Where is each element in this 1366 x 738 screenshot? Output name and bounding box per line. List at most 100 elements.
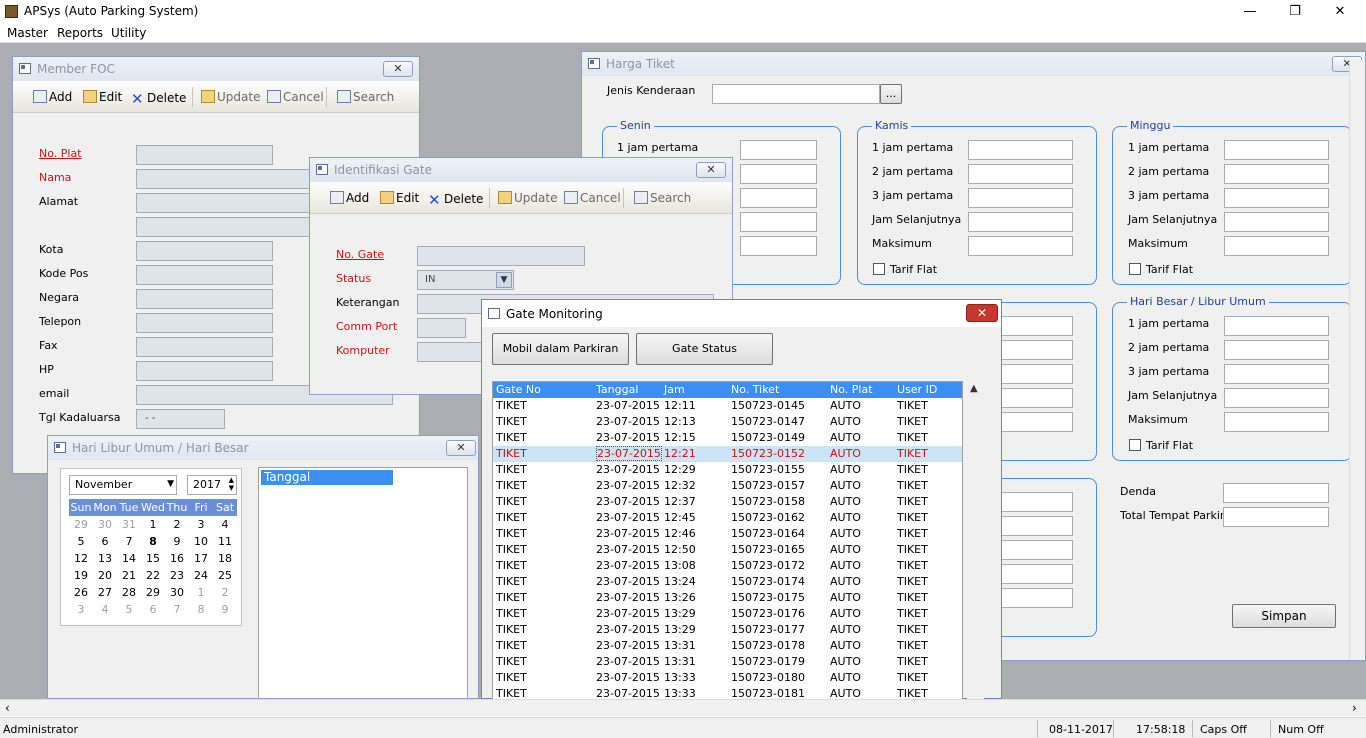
table-row[interactable]: TIKET 23-07-2015 13:08 150723-0172 AUTO TIKET (493, 558, 962, 574)
holiday-list[interactable]: Tanggal (258, 467, 468, 698)
gate-search-button[interactable]: Search (634, 191, 691, 205)
kamis-maksimum-input[interactable] (968, 236, 1073, 256)
col-gate-no[interactable]: Gate No (496, 383, 541, 396)
gate-add-button[interactable]: Add (330, 191, 369, 205)
no-plat-input[interactable] (136, 145, 273, 165)
minggu-3jam-input[interactable] (1224, 188, 1329, 208)
member-search-button[interactable]: Search (337, 90, 394, 104)
member-cancel-button[interactable]: Cancel (267, 90, 324, 104)
calendar-day[interactable]: 13 (93, 550, 117, 567)
kamis-1jam-input[interactable] (968, 140, 1073, 160)
calendar-day[interactable]: 31 (117, 516, 141, 533)
monitoring-grid[interactable]: Gate No Tanggal Jam No. Tiket No. Plat U… (492, 381, 963, 700)
gate-monitoring-close-button[interactable]: ✕ (966, 304, 998, 322)
menu-utility[interactable]: Utility (111, 26, 146, 40)
gate-delete-button[interactable]: ✕ Delete (428, 191, 483, 209)
col-no-plat[interactable]: No. Plat (830, 383, 873, 396)
scroll-right-icon[interactable]: › (1352, 701, 1357, 715)
minggu-selanjutnya-input[interactable] (1224, 212, 1329, 232)
minimize-button[interactable]: — (1228, 2, 1272, 22)
senin-1jam-input[interactable] (740, 140, 817, 160)
calendar-day[interactable]: 21 (117, 567, 141, 584)
col-user-id[interactable]: User ID (897, 383, 937, 396)
kamis-tarif-flat-checkbox[interactable] (873, 263, 885, 275)
table-row[interactable]: TIKET 23-07-2015 12:32 150723-0157 AUTO TIKET (493, 478, 962, 494)
table-row[interactable]: TIKET 23-07-2015 12:50 150723-0165 AUTO TIKET (493, 542, 962, 558)
calendar-day[interactable]: 3 (69, 601, 93, 618)
calendar-day[interactable]: 2 (213, 584, 237, 601)
table-row[interactable]: TIKET 23-07-2015 13:29 150723-0176 AUTO TIKET (493, 606, 962, 622)
menu-master[interactable]: Master (7, 26, 48, 40)
table-row[interactable]: TIKET 23-07-2015 12:21 150723-0152 AUTO TIKET (493, 446, 962, 462)
calendar-day[interactable]: 19 (69, 567, 93, 584)
no-gate-input[interactable] (417, 246, 585, 266)
year-stepper[interactable]: 2017 ▲ ▼ (187, 475, 237, 495)
calendar-day[interactable]: 8 (141, 533, 165, 550)
calendar-day[interactable]: 28 (117, 584, 141, 601)
calendar-day[interactable]: 16 (165, 550, 189, 567)
calendar-day[interactable]: 8 (189, 601, 213, 618)
table-row[interactable]: TIKET 23-07-2015 13:31 150723-0178 AUTO TIKET (493, 638, 962, 654)
telepon-input[interactable] (136, 313, 273, 333)
table-row[interactable]: TIKET 23-07-2015 12:37 150723-0158 AUTO TIKET (493, 494, 962, 510)
libur-selanjutnya-input[interactable] (1224, 388, 1329, 408)
table-row[interactable]: TIKET 23-07-2015 12:45 150723-0162 AUTO TIKET (493, 510, 962, 526)
libur-tarif-flat-checkbox[interactable] (1129, 439, 1141, 451)
member-foc-close-button[interactable]: ✕ (383, 61, 413, 77)
calendar-day[interactable]: 4 (93, 601, 117, 618)
senin-2jam-input[interactable] (740, 164, 817, 184)
hp-input[interactable] (136, 361, 273, 381)
menu-reports[interactable]: Reports (57, 26, 103, 40)
simpan-button[interactable]: Simpan (1232, 604, 1336, 628)
comm-port-input[interactable] (417, 318, 466, 338)
member-add-button[interactable]: Add (33, 90, 72, 104)
libur-3jam-input[interactable] (1224, 364, 1329, 384)
senin-maksimum-input[interactable] (740, 236, 817, 256)
calendar-day[interactable]: 1 (141, 516, 165, 533)
calendar-day[interactable]: 6 (93, 533, 117, 550)
table-row[interactable]: TIKET 23-07-2015 13:24 150723-0174 AUTO TIKET (493, 574, 962, 590)
calendar-day[interactable]: 24 (189, 567, 213, 584)
calendar-day[interactable]: 9 (165, 533, 189, 550)
table-row[interactable]: TIKET 23-07-2015 13:29 150723-0177 AUTO TIKET (493, 622, 962, 638)
col-no-tiket[interactable]: No. Tiket (731, 383, 779, 396)
calendar-day[interactable]: 30 (93, 516, 117, 533)
close-button[interactable]: ✕ (1318, 2, 1362, 22)
kamis-3jam-input[interactable] (968, 188, 1073, 208)
tgl-kadaluarsa-input[interactable]: - - (136, 409, 225, 429)
libur-maksimum-input[interactable] (1224, 412, 1329, 432)
calendar-day[interactable]: 4 (213, 516, 237, 533)
calendar-day[interactable]: 12 (69, 550, 93, 567)
kota-input[interactable] (136, 241, 273, 261)
table-row[interactable]: TIKET 23-07-2015 12:29 150723-0155 AUTO TIKET (493, 462, 962, 478)
col-tanggal[interactable]: Tanggal (596, 383, 638, 396)
libur-1jam-input[interactable] (1224, 316, 1329, 336)
maximize-button[interactable]: ❐ (1273, 2, 1317, 22)
jenis-kenderaan-input[interactable] (712, 84, 880, 104)
calendar-day[interactable]: 15 (141, 550, 165, 567)
grid-scrollbar[interactable]: ▲ (967, 381, 984, 700)
total-tempat-parkir-input[interactable] (1223, 507, 1329, 527)
minggu-tarif-flat-checkbox[interactable] (1129, 263, 1141, 275)
gate-status-button[interactable]: Gate Status (636, 333, 773, 365)
negara-input[interactable] (136, 289, 273, 309)
gate-update-button[interactable]: Update (498, 191, 557, 205)
scroll-arrow-icon[interactable]: ▲ (970, 383, 978, 394)
table-row[interactable]: TIKET 23-07-2015 12:46 150723-0164 AUTO TIKET (493, 526, 962, 542)
calendar-day[interactable]: 7 (165, 601, 189, 618)
member-edit-button[interactable]: Edit (83, 90, 122, 104)
mdi-horizontal-scrollbar[interactable]: ‹ › (0, 699, 1366, 716)
minggu-maksimum-input[interactable] (1224, 236, 1329, 256)
gate-edit-button[interactable]: Edit (380, 191, 419, 205)
denda-input[interactable] (1223, 483, 1329, 503)
kamis-selanjutnya-input[interactable] (968, 212, 1073, 232)
senin-selanjutnya-input[interactable] (740, 212, 817, 232)
calendar-day[interactable]: 22 (141, 567, 165, 584)
libur-2jam-input[interactable] (1224, 340, 1329, 360)
calendar-day[interactable]: 2 (165, 516, 189, 533)
table-row[interactable]: TIKET 23-07-2015 13:33 150723-0181 AUTO TIKET (493, 686, 962, 699)
member-update-button[interactable]: Update (201, 90, 260, 104)
harga-tiket-scrollbar[interactable] (1349, 60, 1365, 660)
table-row[interactable]: TIKET 23-07-2015 13:33 150723-0180 AUTO TIKET (493, 670, 962, 686)
calendar-day[interactable]: 25 (213, 567, 237, 584)
